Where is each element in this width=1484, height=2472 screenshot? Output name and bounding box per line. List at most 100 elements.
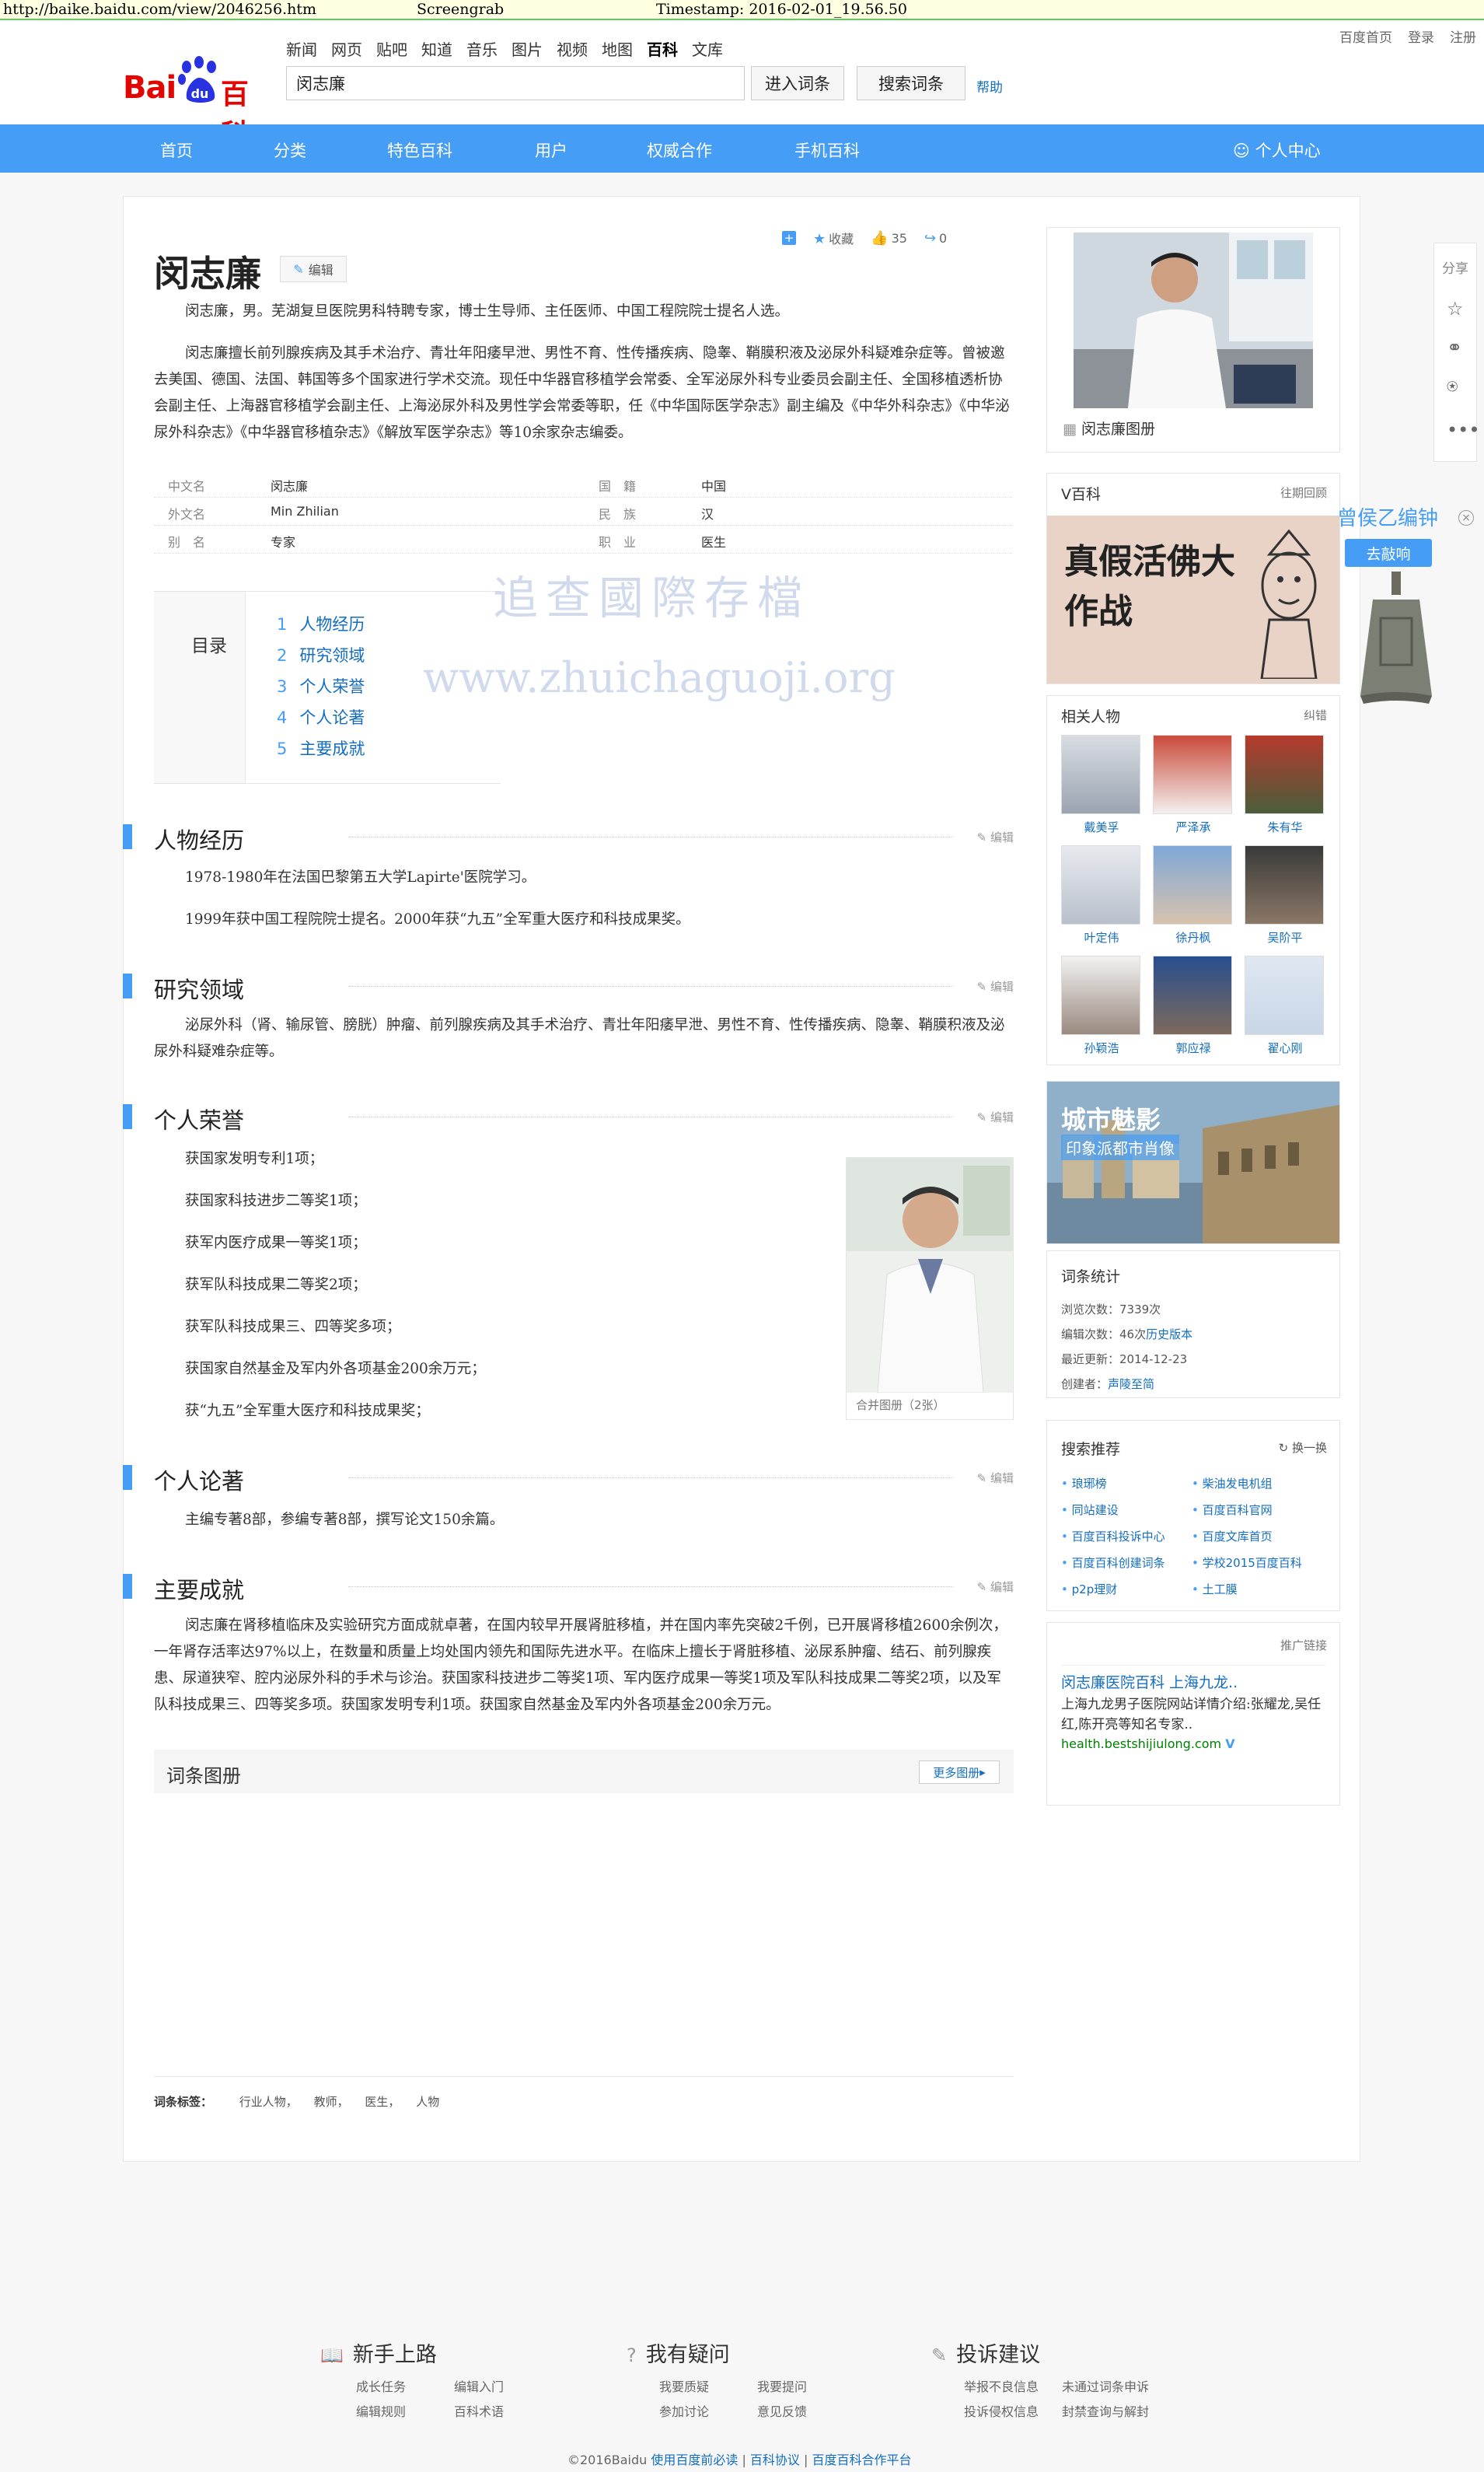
city-banner[interactable]: 城市魅影 印象派都市肖像 xyxy=(1046,1081,1340,1244)
promo-title-link[interactable]: 闵志廉医院百科 上海九龙.. xyxy=(1061,1671,1238,1692)
tag[interactable]: 教师， xyxy=(314,2095,349,2109)
tag[interactable]: 人物 xyxy=(416,2095,439,2109)
section-edit-button[interactable]: ✎ 编辑 xyxy=(977,1109,1014,1125)
recommend-link[interactable]: 土工膜 xyxy=(1192,1581,1238,1597)
recommend-link[interactable]: 学校2015百度百科 xyxy=(1192,1554,1302,1571)
nav-images[interactable]: 图片 xyxy=(512,37,543,60)
section-edit-button[interactable]: ✎ 编辑 xyxy=(977,1470,1014,1486)
recommend-link[interactable]: 同站建设 xyxy=(1061,1502,1119,1518)
weibo-icon[interactable]: ⚭ xyxy=(1447,337,1462,358)
more-albums-button[interactable]: 更多图册 ▸ xyxy=(919,1760,1000,1784)
history-versions-link[interactable]: 历史版本 xyxy=(1146,1327,1192,1341)
enter-entry-button[interactable]: 进入词条 xyxy=(751,66,844,100)
promo-url[interactable]: health.bestshijiulong.com V xyxy=(1061,1736,1235,1751)
more-icon[interactable]: ••• xyxy=(1447,419,1479,441)
nav-wenku[interactable]: 文库 xyxy=(692,37,723,60)
toc-item[interactable]: 4 个人论著 xyxy=(277,705,365,729)
summary-pic-box[interactable]: ▦ 闵志廉图册 xyxy=(1046,227,1340,453)
recommend-link[interactable]: p2p理财 xyxy=(1061,1581,1118,1597)
related-person[interactable]: 孙颖浩 xyxy=(1061,956,1142,1056)
section-edit-button[interactable]: ✎ 编辑 xyxy=(977,1579,1014,1595)
related-person[interactable]: 朱有华 xyxy=(1245,735,1325,835)
footer-link[interactable]: 编辑规则 xyxy=(356,2401,406,2420)
mainnav-personal[interactable]: ☺ 个人中心 xyxy=(1233,138,1321,162)
footer-link[interactable]: 百科术语 xyxy=(454,2401,504,2420)
footer-link[interactable]: 成长任务 xyxy=(356,2376,406,2395)
related-report-link[interactable]: 纠错 xyxy=(1304,707,1327,723)
top-link-home[interactable]: 百度首页 xyxy=(1339,26,1392,46)
footer-link[interactable]: 举报不良信息 xyxy=(964,2376,1039,2395)
person-avatar xyxy=(1245,956,1324,1035)
top-link-login[interactable]: 登录 xyxy=(1408,26,1434,46)
qzone-icon[interactable]: ⍟ xyxy=(1447,376,1458,397)
footer-link[interactable]: 投诉侵权信息 xyxy=(964,2401,1039,2420)
favorite-star-icon[interactable]: ☆ xyxy=(1447,298,1464,320)
footer-link[interactable]: 参加讨论 xyxy=(659,2401,709,2420)
section-edit-button[interactable]: ✎ 编辑 xyxy=(977,978,1014,995)
nav-music[interactable]: 音乐 xyxy=(466,37,498,60)
related-person[interactable]: 吴阶平 xyxy=(1245,845,1325,946)
mainnav-featured[interactable]: 特色百科 xyxy=(387,138,452,162)
recommend-link[interactable]: 琅琊榜 xyxy=(1061,1475,1107,1491)
nav-news[interactable]: 新闻 xyxy=(286,37,317,60)
vbaike-banner[interactable]: 真假活佛大作战 xyxy=(1047,516,1339,684)
mainnav-authority[interactable]: 权威合作 xyxy=(647,138,712,162)
help-link[interactable]: 帮助 xyxy=(976,76,1003,96)
entry-photo[interactable]: 合并图册（2张） xyxy=(846,1157,1014,1420)
footer-link-readme[interactable]: 使用百度前必读 xyxy=(651,2453,738,2467)
nav-baike[interactable]: 百科 xyxy=(647,37,678,60)
footer-link[interactable]: 未通过词条申诉 xyxy=(1062,2376,1149,2395)
person-avatar xyxy=(1153,845,1232,925)
refresh-button[interactable]: ↻ 换一换 xyxy=(1279,1439,1327,1456)
footer-link[interactable]: 封禁查询与解封 xyxy=(1062,2401,1149,2420)
like-button[interactable]: 👍 35 xyxy=(871,230,907,247)
collect-button[interactable]: ★ 收藏 xyxy=(813,229,854,247)
section-edit-button[interactable]: ✎ 编辑 xyxy=(977,829,1014,845)
recommend-link[interactable]: 柴油发电机组 xyxy=(1192,1475,1273,1491)
nav-tieba[interactable]: 贴吧 xyxy=(376,37,407,60)
footer-link[interactable]: 我要提问 xyxy=(757,2376,807,2395)
nav-video[interactable]: 视频 xyxy=(557,37,588,60)
toc-item[interactable]: 2 研究领域 xyxy=(277,643,365,666)
search-entry-button[interactable]: 搜索词条 xyxy=(857,66,965,100)
recommend-link[interactable]: 百度文库首页 xyxy=(1192,1528,1273,1544)
close-icon[interactable]: × xyxy=(1458,510,1474,526)
product-nav: 新闻 网页 贴吧 知道 音乐 图片 视频 地图 百科 文库 xyxy=(286,37,723,60)
mainnav-mobile[interactable]: 手机百科 xyxy=(794,138,860,162)
ring-bell-button[interactable]: 去敲响 xyxy=(1345,539,1432,567)
nav-map[interactable]: 地图 xyxy=(602,37,633,60)
recommend-link[interactable]: 百度百科官网 xyxy=(1192,1502,1273,1518)
vbaike-history-link[interactable]: 往期回顾 xyxy=(1280,484,1327,501)
toc-item[interactable]: 3 个人荣誉 xyxy=(277,674,365,698)
search-input[interactable] xyxy=(286,66,745,100)
nav-web[interactable]: 网页 xyxy=(331,37,362,60)
baidu-baike-logo[interactable]: Bai du 百科 xyxy=(123,50,271,151)
footer-link-cooperation[interactable]: 百度百科合作平台 xyxy=(812,2453,912,2467)
edit-entry-button[interactable]: ✎ 编辑 xyxy=(280,256,347,282)
toc-item[interactable]: 1 人物经历 xyxy=(277,612,365,635)
footer-link[interactable]: 编辑入门 xyxy=(454,2376,504,2395)
related-person[interactable]: 叶定伟 xyxy=(1061,845,1142,946)
tag[interactable]: 医生， xyxy=(365,2095,400,2109)
mainnav-home[interactable]: 首页 xyxy=(160,138,193,162)
toc-item[interactable]: 5 主要成就 xyxy=(277,736,365,760)
related-person[interactable]: 严泽承 xyxy=(1153,735,1234,835)
footer-link-agreement[interactable]: 百科协议 xyxy=(750,2453,800,2467)
footer-link[interactable]: 我要质疑 xyxy=(659,2376,709,2395)
add-icon[interactable]: + xyxy=(782,231,796,245)
recommend-link[interactable]: 百度百科创建词条 xyxy=(1061,1554,1165,1571)
related-person[interactable]: 戴美孚 xyxy=(1061,735,1142,835)
related-person[interactable]: 徐丹枫 xyxy=(1153,845,1234,946)
related-person[interactable]: 郭应禄 xyxy=(1153,956,1234,1056)
mainnav-users[interactable]: 用户 xyxy=(535,138,567,162)
footer-link[interactable]: 意见反馈 xyxy=(757,2401,807,2420)
nav-zhidao[interactable]: 知道 xyxy=(421,37,452,60)
tag[interactable]: 行业人物， xyxy=(239,2095,298,2109)
recommend-link[interactable]: 百度百科投诉中心 xyxy=(1061,1528,1165,1544)
related-person[interactable]: 翟心刚 xyxy=(1245,956,1325,1056)
mainnav-category[interactable]: 分类 xyxy=(274,138,306,162)
top-link-register[interactable]: 注册 xyxy=(1450,26,1476,46)
album-link[interactable]: ▦ 闵志廉图册 xyxy=(1063,418,1155,439)
creator-link[interactable]: 声陵至简 xyxy=(1108,1377,1154,1391)
share-button[interactable]: ↪ 0 xyxy=(924,230,947,247)
